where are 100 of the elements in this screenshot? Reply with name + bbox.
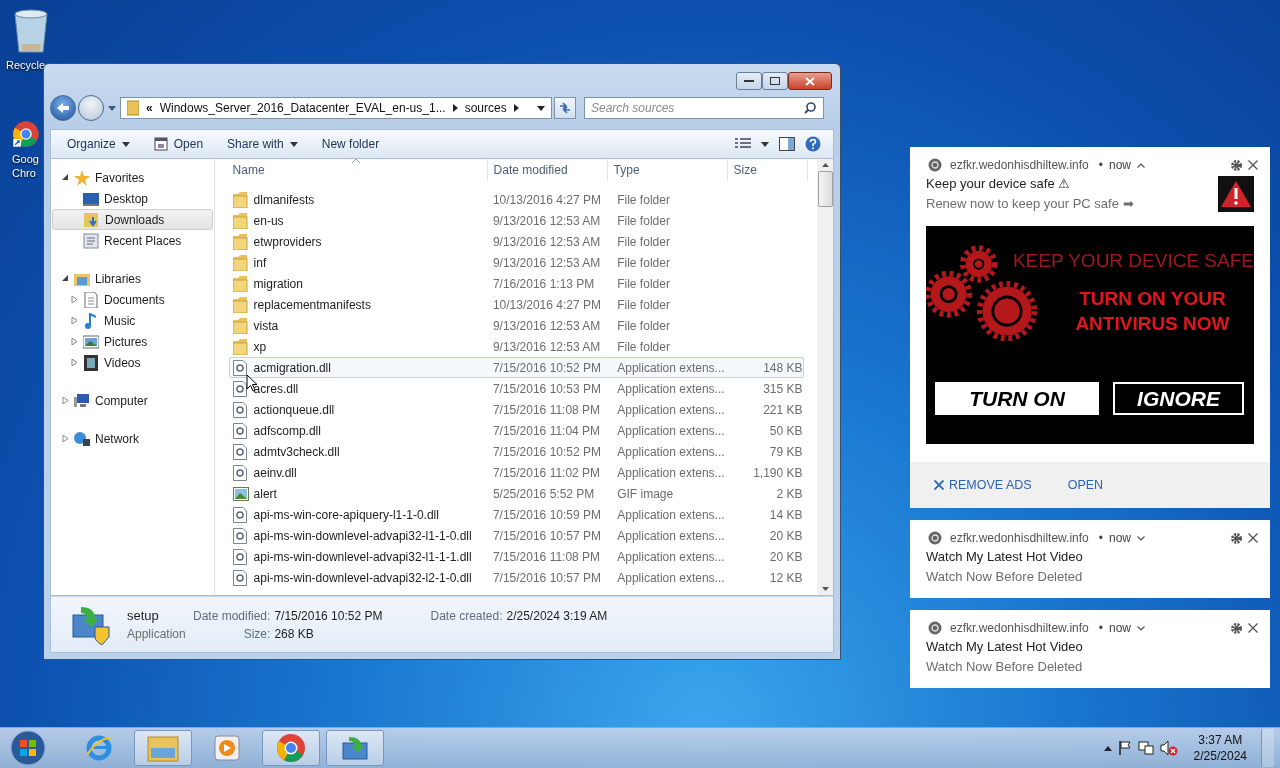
minimize-button[interactable] [736,72,762,90]
history-dropdown-icon[interactable] [108,105,116,111]
toolbar-button[interactable]: Organize [59,134,138,154]
flag-icon[interactable] [1117,740,1132,756]
file-row[interactable]: inf 9/13/2016 12:53 AM File folder [228,252,804,273]
taskbar-button[interactable] [262,730,320,766]
search-icon[interactable] [804,102,816,114]
scroll-down-icon[interactable] [821,587,829,591]
nav-item[interactable]: Music [52,310,213,331]
desktop-icon-label[interactable]: Goog [12,152,39,166]
file-row[interactable]: acmigration.dll 7/15/2016 10:52 PM Application extens... 148 KB [228,357,804,378]
file-row[interactable]: acres.dll 7/15/2016 10:53 PM Application extens... 315 KB [228,378,804,399]
address-bar[interactable]: « Windows_Server_2016_Datacenter_EVAL_en-us_1... sources [120,97,552,119]
preview-pane-icon[interactable] [779,137,795,151]
toolbar-button[interactable]: Open [145,134,212,154]
nav-item[interactable]: Videos [52,352,213,373]
refresh-button[interactable] [554,97,576,119]
recycle-bin-icon[interactable] [12,8,50,54]
chevron-right-icon[interactable] [513,104,519,112]
nav-item[interactable]: Documents [52,289,213,310]
notification-action[interactable]: OPEN [1067,478,1104,492]
file-row[interactable]: replacementmanifests 10/13/2016 4:27 PM File folder [228,294,804,315]
forward-button[interactable] [78,95,104,121]
close-icon[interactable] [1248,623,1258,633]
size-cell: 50 KB [769,423,803,438]
file-row[interactable]: alert 5/25/2016 5:52 PM GIF image 2 KB [228,483,804,504]
nav-item[interactable]: Desktop [52,188,213,209]
type-cell-text: Application extens... [616,465,726,480]
toolbar-button[interactable]: Share with [219,134,306,154]
column-header[interactable]: Size [727,159,808,181]
view-options-icon[interactable] [735,138,751,150]
back-button[interactable] [50,95,76,121]
nav-item[interactable]: Network [52,428,213,449]
file-row[interactable]: actionqueue.dll 7/15/2016 11:08 PM Application extens... 221 KB [228,399,804,420]
settings-icon[interactable] [1231,532,1242,544]
help-icon[interactable] [805,136,821,152]
file-row[interactable]: api-ms-win-downlevel-advapi32-l2-1-0.dll 7/15/2016 10:57 PM Application extens... 12 KB [228,567,804,588]
computer-icon [74,392,90,409]
nav-item[interactable]: Downloads [52,209,213,230]
dll-file-icon [232,464,249,481]
search-field[interactable]: Search sources [584,97,824,119]
desktop-icon-label[interactable]: Chro [12,166,36,180]
column-header[interactable]: Name [214,159,488,181]
desktop-icon-label[interactable]: Recycle [6,58,46,72]
taskbar-button[interactable] [326,730,384,766]
file-row[interactable]: en-us 9/13/2016 12:53 AM File folder [228,210,804,231]
scrollbar[interactable] [817,159,833,595]
field-value: 2/25/2024 3:19 AM [506,608,608,623]
chrome-icon[interactable] [12,120,40,148]
nav-item[interactable]: Libraries [52,268,213,289]
start-button[interactable] [10,730,46,766]
separator-dot: • [1098,158,1103,172]
nav-item[interactable]: Pictures [52,331,213,352]
file-row[interactable]: api-ms-win-core-apiquery-l1-1-0.dll 7/15/2016 10:59 PM Application extens... 14 KB [228,504,804,525]
nav-item[interactable]: Favorites [52,167,213,188]
banner-button[interactable]: TURN ON [935,382,1099,415]
chevron-up-icon[interactable] [1136,162,1145,168]
expand-arrow-icon[interactable] [62,275,69,282]
nav-item[interactable]: Computer [52,390,213,411]
chevron-right-icon[interactable] [452,104,458,112]
chevron-down-icon[interactable] [1136,625,1145,631]
file-row[interactable]: admtv3check.dll 7/15/2016 10:52 PM Application extens... 79 KB [228,441,804,462]
column-header[interactable]: Type [607,159,728,181]
maximize-button[interactable] [762,72,788,90]
column-header[interactable]: Date modified [487,159,608,181]
desktop-icon [83,190,99,207]
settings-icon[interactable] [1231,622,1242,634]
size-cell: 12 KB [769,570,803,585]
file-row[interactable]: aeinv.dll 7/15/2016 11:02 PM Application extens... 1,190 KB [228,462,804,483]
notification-action[interactable]: REMOVE ADS [934,478,1032,492]
file-row[interactable]: migration 7/16/2016 1:13 PM File folder [228,273,804,294]
scroll-up-icon[interactable] [821,163,829,167]
close-icon[interactable] [1248,533,1258,543]
settings-icon[interactable] [1231,159,1242,171]
file-name: dlmanifests [253,192,315,207]
volume-muted-icon[interactable] [1159,740,1178,756]
file-row[interactable]: dlmanifests 10/13/2016 4:27 PM File folder [228,189,804,210]
folder-icon [232,191,249,208]
chevron-down-icon[interactable] [1136,535,1145,541]
notification-title: Watch My Latest Hot Video [926,549,1083,564]
toolbar-button[interactable]: New folder [313,134,388,154]
close-icon[interactable] [1248,160,1258,170]
clock-time[interactable]: 3:37 AM [1198,732,1243,748]
file-row[interactable]: etwproviders 9/13/2016 12:53 AM File folder [228,231,804,252]
banner-button[interactable]: IGNORE [1113,382,1244,415]
close-button[interactable] [788,72,832,90]
dropdown-arrow-icon[interactable] [537,105,545,111]
show-hidden-icons[interactable] [1103,745,1112,751]
clock-date[interactable]: 2/25/2024 [1193,748,1247,764]
expand-arrow-icon[interactable] [62,174,69,181]
file-row[interactable]: vista 9/13/2016 12:53 AM File folder [228,315,804,336]
file-row[interactable]: api-ms-win-downlevel-advapi32-l1-1-0.dll 7/15/2016 10:57 PM Application extens... 20 KB [228,525,804,546]
scroll-thumb[interactable] [817,171,833,207]
file-row[interactable]: adfscomp.dll 7/15/2016 11:04 PM Application extens... 50 KB [228,420,804,441]
dropdown-arrow-icon[interactable] [761,141,769,147]
file-row[interactable]: api-ms-win-downlevel-advapi32-l1-1-1.dll 7/15/2016 11:08 PM Application extens... 20 KB [228,546,804,567]
network-icon[interactable] [1137,740,1154,756]
ad-banner[interactable]: KEEP YOUR DEVICE SAFE TURN ON YOUR ANTIVIRUS NOW TURN ON IGNORE [926,226,1254,444]
nav-item[interactable]: Recent Places [52,230,213,251]
file-row[interactable]: xp 9/13/2016 12:53 AM File folder [228,336,804,357]
